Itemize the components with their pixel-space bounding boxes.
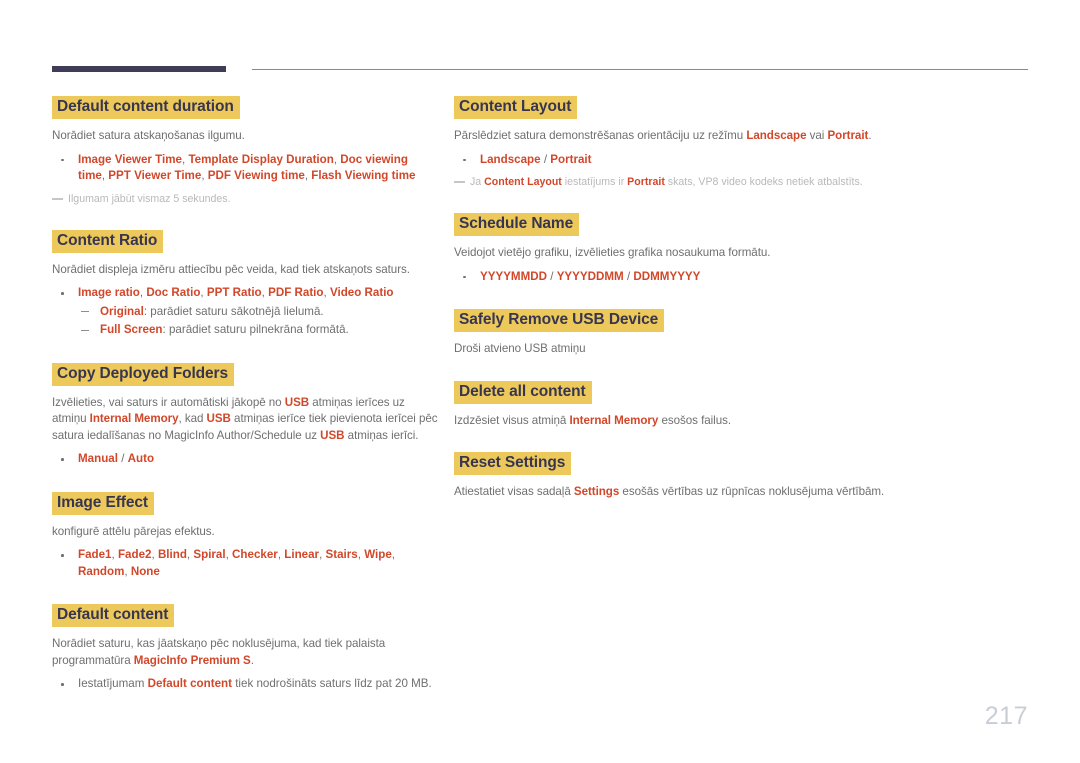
sub-option-list: Original: parādiet saturu sākotnējā liel…: [78, 304, 438, 339]
list-item-text: YYYYMMDD / YYYYDDMM / DDMMYYYY: [480, 269, 701, 283]
section-body-text: Izvēlieties, vai saturs ir automātiski j…: [52, 395, 438, 442]
sub-list-item-text: Original: parādiet saturu sākotnējā liel…: [100, 304, 324, 318]
list-item-text: Manual / Auto: [78, 452, 155, 465]
doc-section: Default content Norādiet saturu, kas jāat…: [52, 604, 438, 693]
dash-bullet-icon: [81, 329, 89, 331]
list-item: Image Viewer Time, Template Display Dura…: [52, 152, 438, 185]
list-item-text: Iestatījumam Default content tiek nodroš…: [78, 677, 432, 690]
option-list: Iestatījumam Default content tiek nodroš…: [52, 676, 438, 693]
sub-list-item: Original: parādiet saturu sākotnējā liel…: [78, 304, 438, 321]
section-heading: Default content: [52, 604, 175, 627]
dash-bullet-icon: [81, 311, 89, 313]
option-list: Landscape / Portrait: [454, 152, 1034, 169]
header-thick-rule: [52, 66, 226, 72]
bullet-dot-icon: [61, 458, 64, 461]
option-list: YYYYMMDD / YYYYDDMM / DDMMYYYY: [454, 269, 1034, 286]
option-list: Image Viewer Time, Template Display Dura…: [52, 152, 438, 185]
section-heading: Default content duration: [52, 96, 240, 119]
section-heading: Content Ratio: [52, 229, 164, 253]
list-item: Manual / Auto: [52, 451, 438, 468]
section-body-text: Droši atvieno USB atmiņu: [454, 342, 586, 355]
doc-section: Default content duration Norādiet satura …: [52, 96, 438, 207]
note-text: Ja Content Layout iestatījums ir Portrai…: [470, 176, 863, 188]
doc-section: Schedule Name Veidojot vietējo grafiku, i…: [454, 213, 1034, 285]
section-heading: Reset Settings: [454, 452, 572, 475]
section-body-text: Norādiet saturu, kas jāatskaņo pēc noklu…: [52, 637, 386, 667]
doc-section: Image Effect konfigurē attēlu pārejas efe…: [52, 491, 438, 581]
list-item: Image ratio, Doc Ratio, PPT Ratio, PDF R…: [52, 285, 438, 339]
section-body-text: Norādiet displeja izmēru attiecību pēc v…: [52, 262, 410, 276]
doc-section: Safely Remove USB Device Droši atvieno US…: [454, 309, 1034, 358]
doc-section: Reset Settings Atiestatiet visas sadaļā S…: [454, 452, 1034, 501]
document-page: Default content duration Norādiet satura …: [0, 0, 1080, 763]
section-note: Ilgumam jābūt vismaz 5 sekundes.: [52, 192, 438, 207]
section-body-text: Atiestatiet visas sadaļā Settings esošās…: [454, 485, 885, 498]
left-column: Default content duration Norādiet satura …: [52, 96, 438, 696]
section-body-text: konfigurē attēlu pārejas efektus.: [52, 524, 215, 538]
section-heading: Copy Deployed Folders: [52, 362, 235, 386]
note-dash-icon: [52, 197, 63, 200]
section-body-text: Veidojot vietējo grafiku, izvēlieties gr…: [454, 246, 771, 259]
bullet-dot-icon: [61, 158, 64, 162]
note-dash-icon: [454, 181, 465, 183]
doc-section: Content Ratio Norādiet displeja izmēru at…: [52, 229, 438, 339]
option-list: Image ratio, Doc Ratio, PPT Ratio, PDF R…: [52, 285, 438, 339]
section-heading: Schedule Name: [454, 213, 580, 236]
section-heading: Delete all content: [454, 380, 592, 404]
list-item-text: Image ratio, Doc Ratio, PPT Ratio, PDF R…: [78, 286, 394, 299]
section-heading: Safely Remove USB Device: [454, 309, 665, 332]
bullet-dot-icon: [463, 275, 466, 279]
doc-section: Delete all content Izdzēsiet visus atmiņā…: [454, 380, 1034, 430]
list-item-text: Image Viewer Time, Template Display Dura…: [78, 152, 416, 183]
section-body-text: Izdzēsiet visus atmiņā Internal Memory e…: [454, 413, 732, 427]
list-item: YYYYMMDD / YYYYDDMM / DDMMYYYY: [454, 269, 1034, 286]
bullet-dot-icon: [61, 292, 64, 295]
page-number: 217: [984, 702, 1028, 730]
sub-list-item: Full Screen: parādiet saturu pilnekrāna …: [78, 322, 438, 339]
bullet-dot-icon: [61, 554, 64, 557]
list-item: Iestatījumam Default content tiek nodroš…: [52, 676, 438, 693]
section-body-text: Norādiet satura atskaņošanas ilgumu.: [52, 129, 245, 142]
list-item: Fade1, Fade2, Blind, Spiral, Checker, Li…: [52, 547, 438, 580]
section-body-text: Pārslēdziet satura demonstrēšanas orient…: [454, 129, 872, 142]
right-column: Content Layout Pārslēdziet satura demonst…: [454, 96, 1034, 503]
section-heading: Image Effect: [52, 491, 154, 515]
header-thin-rule: [252, 69, 1028, 70]
list-item-text: Landscape / Portrait: [480, 152, 592, 166]
note-text: Ilgumam jābūt vismaz 5 sekundes.: [68, 192, 231, 205]
section-note: Ja Content Layout iestatījums ir Portrai…: [454, 175, 1034, 190]
doc-section: Copy Deployed Folders Izvēlieties, vai sa…: [52, 362, 438, 468]
section-heading: Content Layout: [454, 96, 578, 119]
doc-section: Content Layout Pārslēdziet satura demonst…: [454, 96, 1034, 190]
list-item: Landscape / Portrait: [454, 152, 1034, 169]
option-list: Manual / Auto: [52, 451, 438, 468]
sub-list-item-text: Full Screen: parādiet saturu pilnekrāna …: [100, 323, 349, 336]
page-header-rules: [0, 63, 1080, 75]
list-item-text: Fade1, Fade2, Blind, Spiral, Checker, Li…: [78, 548, 396, 578]
option-list: Fade1, Fade2, Blind, Spiral, Checker, Li…: [52, 547, 438, 580]
bullet-dot-icon: [61, 683, 64, 686]
bullet-dot-icon: [463, 158, 466, 162]
